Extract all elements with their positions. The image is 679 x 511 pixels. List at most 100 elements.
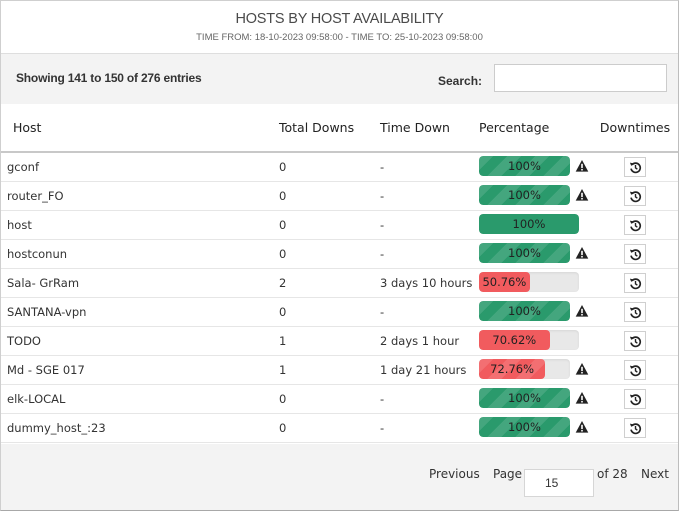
availability-bar: 100%	[479, 213, 579, 234]
availability-percentage: 100%	[508, 187, 541, 202]
downtimes-cell	[592, 152, 678, 182]
hosts-table: Host Total Downs Time Down Percentage Do…	[1, 104, 678, 443]
total-downs: 0	[279, 297, 380, 327]
host-name: gconf	[1, 152, 279, 182]
time-down: -	[380, 152, 479, 182]
time-down: -	[380, 384, 479, 414]
table-row: Sala- GrRam 2 3 days 10 hours 50.76%	[1, 268, 678, 298]
availability-percentage: 100%	[508, 419, 541, 434]
downtime-history-button[interactable]	[624, 244, 646, 264]
availability-indicator: 100%	[479, 242, 589, 263]
time-down: -	[380, 413, 479, 443]
search-label: Search:	[438, 74, 483, 88]
time-down: 1 day 21 hours	[380, 355, 479, 385]
column-header-downtimes[interactable]: Downtimes	[592, 104, 678, 153]
availability-indicator: 70.62%	[479, 329, 579, 350]
table-row: elk-LOCAL 0 - 100%	[1, 384, 678, 414]
downtime-history-button[interactable]	[624, 360, 646, 380]
table-toolbar: Showing 141 to 150 of 276 entries Search…	[1, 54, 678, 104]
availability-bar: 72.76%	[479, 358, 570, 379]
total-downs: 0	[279, 210, 380, 240]
search-input[interactable]	[494, 64, 667, 92]
downtimes-cell	[592, 297, 678, 327]
history-icon	[629, 307, 642, 319]
column-header-percentage[interactable]: Percentage	[479, 104, 592, 153]
availability-percentage: 100%	[508, 303, 541, 318]
warning-icon	[575, 362, 589, 375]
host-name: router_FO	[1, 181, 279, 211]
table-row: hostconun 0 - 100%	[1, 239, 678, 269]
report-time-range: TIME FROM: 18-10-2023 09:58:00 - TIME TO…	[196, 32, 483, 43]
downtimes-cell	[592, 413, 678, 443]
downtimes-cell	[592, 239, 678, 269]
history-icon	[629, 249, 642, 261]
downtime-history-button[interactable]	[624, 186, 646, 206]
host-name: elk-LOCAL	[1, 384, 279, 414]
availability-percentage: 70.62%	[492, 332, 537, 347]
availability-bar: 100%	[479, 300, 570, 321]
downtime-history-button[interactable]	[624, 389, 646, 409]
percentage-cell: 100%	[479, 413, 592, 443]
availability-indicator: 100%	[479, 300, 589, 321]
downtime-history-button[interactable]	[624, 157, 646, 177]
downtime-history-button[interactable]	[624, 418, 646, 438]
availability-percentage: 100%	[508, 158, 541, 173]
report-title: HOSTS BY HOST AVAILABILITY	[235, 11, 444, 27]
time-down: -	[380, 297, 479, 327]
host-name: SANTANA-vpn	[1, 297, 279, 327]
downtimes-cell	[592, 210, 678, 240]
total-pages-label: of 28	[597, 467, 628, 481]
table-row: TODO 1 2 days 1 hour 70.62%	[1, 326, 678, 356]
availability-bar: 100%	[479, 184, 570, 205]
availability-indicator: 100%	[479, 184, 589, 205]
page-label: Page	[493, 467, 523, 481]
availability-indicator: 100%	[479, 416, 589, 437]
total-downs: 0	[279, 152, 380, 182]
page-number-input[interactable]	[524, 469, 594, 497]
table-row: dummy_host_:23 0 - 100%	[1, 413, 678, 443]
percentage-cell: 100%	[479, 210, 592, 240]
pagination-bar: Previous Page of 28 Next	[1, 444, 678, 510]
percentage-cell: 50.76%	[479, 268, 592, 298]
downtime-history-button[interactable]	[624, 273, 646, 293]
availability-indicator: 100%	[479, 387, 589, 408]
percentage-cell: 100%	[479, 297, 592, 327]
time-down: -	[380, 181, 479, 211]
history-icon	[629, 220, 642, 232]
host-name: dummy_host_:23	[1, 413, 279, 443]
history-icon	[629, 423, 642, 435]
report-header: HOSTS BY HOST AVAILABILITY TIME FROM: 18…	[1, 1, 678, 54]
column-header-host[interactable]: Host	[1, 104, 279, 153]
total-downs: 0	[279, 239, 380, 269]
downtimes-cell	[592, 384, 678, 414]
time-down: 3 days 10 hours	[380, 268, 479, 298]
history-icon	[629, 365, 642, 377]
next-page-button[interactable]: Next	[641, 467, 669, 481]
previous-page-button[interactable]: Previous	[429, 467, 480, 481]
total-downs: 2	[279, 268, 380, 298]
downtimes-cell	[592, 181, 678, 211]
table-row: SANTANA-vpn 0 - 100%	[1, 297, 678, 327]
column-header-time-down[interactable]: Time Down	[380, 104, 479, 153]
downtimes-cell	[592, 326, 678, 356]
availability-percentage: 100%	[508, 390, 541, 405]
percentage-cell: 100%	[479, 152, 592, 182]
percentage-cell: 100%	[479, 181, 592, 211]
host-name: Sala- GrRam	[1, 268, 279, 298]
downtime-history-button[interactable]	[624, 215, 646, 235]
history-icon	[629, 394, 642, 406]
availability-percentage: 100%	[512, 216, 546, 231]
downtime-history-button[interactable]	[624, 331, 646, 351]
total-downs: 0	[279, 181, 380, 211]
warning-icon	[575, 159, 589, 172]
downtime-history-button[interactable]	[624, 302, 646, 322]
total-downs: 1	[279, 355, 380, 385]
table-row: router_FO 0 - 100%	[1, 181, 678, 211]
history-icon	[629, 336, 642, 348]
table-header-row: Host Total Downs Time Down Percentage Do…	[1, 104, 678, 153]
availability-indicator: 100%	[479, 155, 589, 176]
availability-percentage: 100%	[508, 245, 541, 260]
host-name: hostconun	[1, 239, 279, 269]
table-row: Md - SGE 017 1 1 day 21 hours 72.76%	[1, 355, 678, 385]
column-header-total-downs[interactable]: Total Downs	[279, 104, 380, 153]
